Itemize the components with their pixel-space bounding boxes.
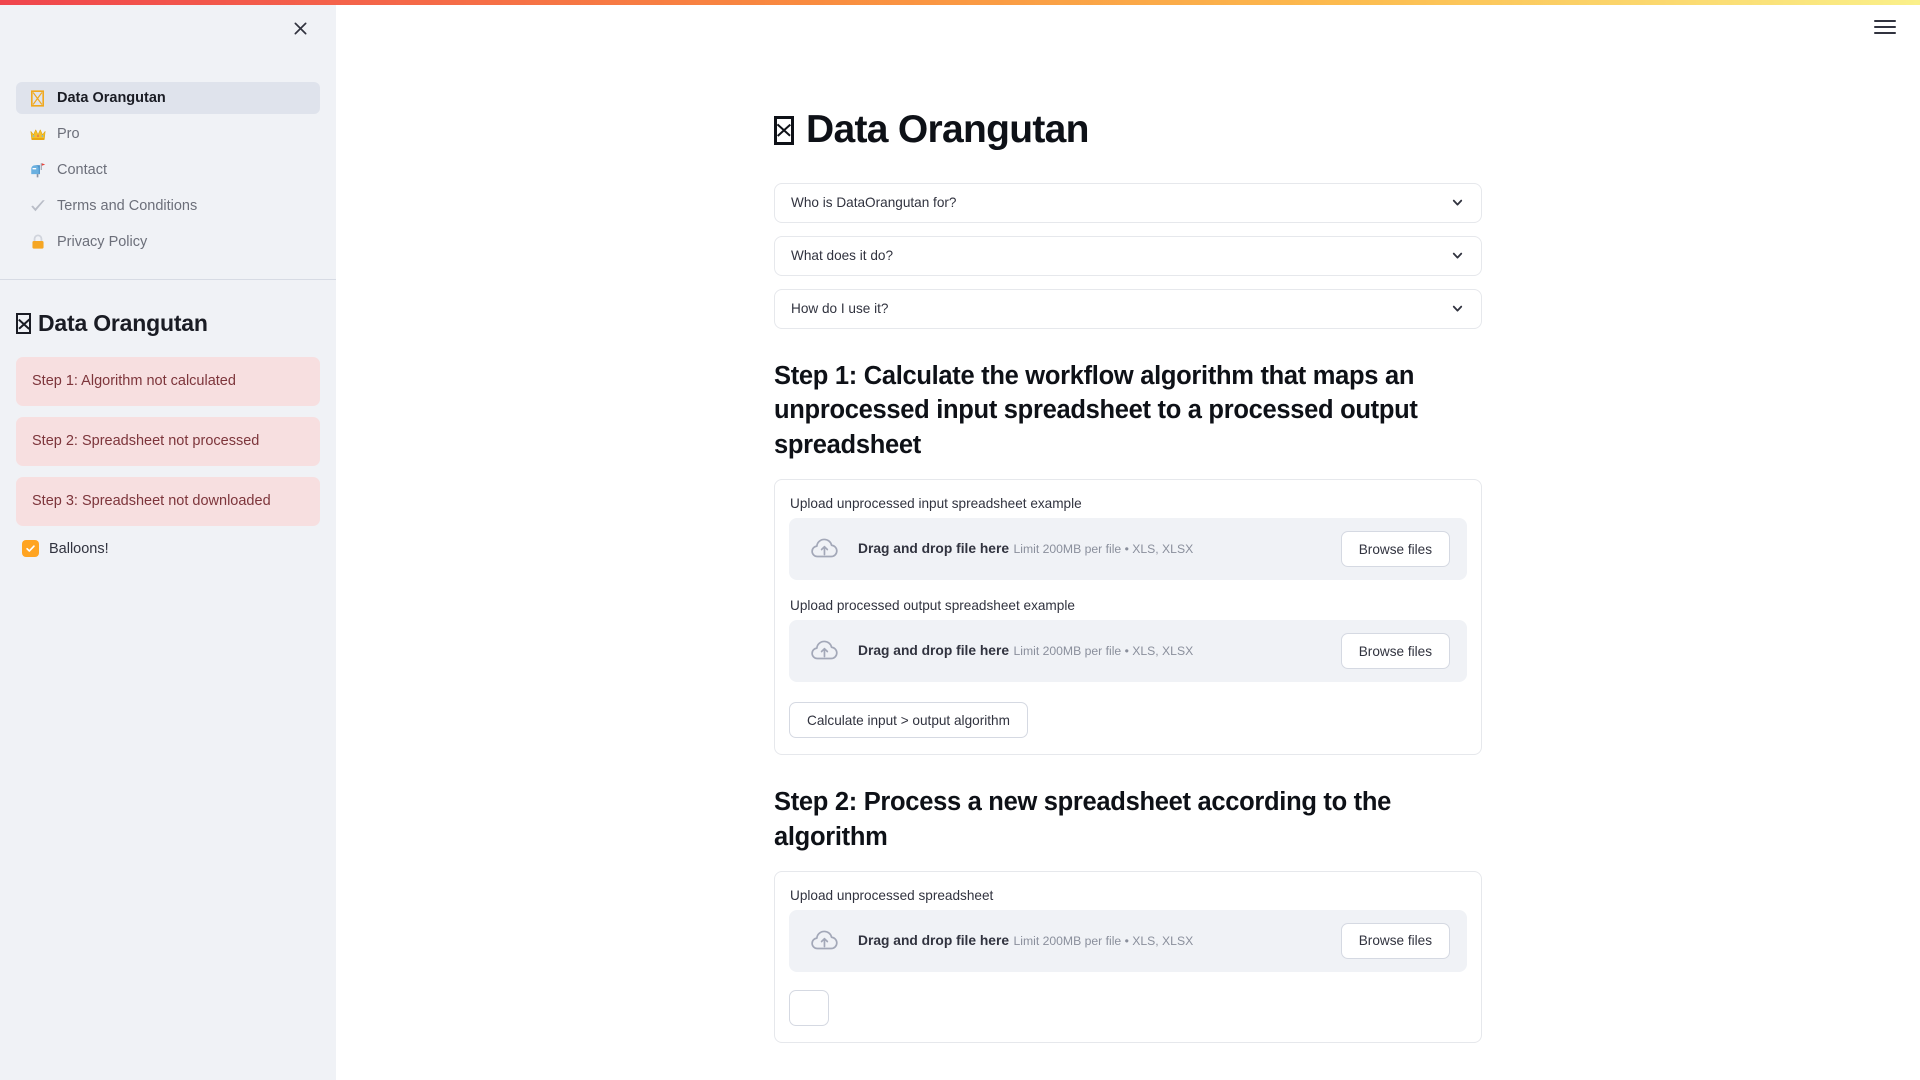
hamburger-bar (1874, 26, 1896, 28)
close-icon (293, 21, 308, 36)
checkbox-label: Balloons! (49, 541, 109, 557)
file-dropzone-output-example[interactable]: Drag and drop file here Limit 200MB per … (789, 620, 1467, 682)
uploader-label: Upload unprocessed spreadsheet (789, 888, 1467, 903)
cloud-upload-icon (808, 532, 842, 566)
sidebar-item-contact[interactable]: Contact (16, 154, 320, 186)
page-title-text: Data Orangutan (806, 108, 1089, 153)
process-spreadsheet-button[interactable] (789, 990, 829, 1026)
dropzone-text: Drag and drop file here Limit 200MB per … (858, 540, 1325, 559)
sidebar-item-label: Privacy Policy (57, 234, 147, 250)
expander-who-is-it-for[interactable]: Who is DataOrangutan for? (774, 183, 1482, 223)
sidebar-close-button[interactable] (286, 14, 314, 42)
main-content: Data Orangutan Who is DataOrangutan for?… (336, 0, 1920, 1080)
checkbox-box[interactable] (22, 540, 39, 557)
dropzone-limit-text: Limit 200MB per file • XLS, XLSX (1013, 644, 1193, 658)
step1-card: Upload unprocessed input spreadsheet exa… (774, 479, 1482, 755)
tofu-box-icon (774, 116, 794, 145)
dropzone-drag-text: Drag and drop file here (858, 643, 1009, 658)
expander-how-do-i-use-it[interactable]: How do I use it? (774, 289, 1482, 329)
dropzone-text: Drag and drop file here Limit 200MB per … (858, 932, 1325, 951)
browse-files-button[interactable]: Browse files (1341, 633, 1450, 669)
status-alert-step2: Step 2: Spreadsheet not processed (16, 417, 320, 466)
expander-label: What does it do? (791, 248, 893, 263)
status-alert-step1: Step 1: Algorithm not calculated (16, 357, 320, 406)
browse-files-button[interactable]: Browse files (1341, 923, 1450, 959)
sidebar-item-pro[interactable]: Pro (16, 118, 320, 150)
sidebar-item-label: Contact (57, 162, 107, 178)
step2-heading: Step 2: Process a new spreadsheet accord… (774, 785, 1482, 854)
uploader-label: Upload unprocessed input spreadsheet exa… (789, 496, 1467, 511)
check-icon (25, 543, 36, 554)
sidebar-item-label: Pro (57, 126, 80, 142)
expander-label: Who is DataOrangutan for? (791, 195, 956, 210)
lock-icon (28, 233, 47, 252)
dropzone-limit-text: Limit 200MB per file • XLS, XLSX (1013, 934, 1193, 948)
sidebar-item-label: Terms and Conditions (57, 198, 197, 214)
crown-icon (28, 125, 47, 144)
sidebar-status-alerts: Step 1: Algorithm not calculated Step 2:… (16, 357, 320, 526)
step2-card: Upload unprocessed spreadsheet Drag and … (774, 871, 1482, 1043)
app-root: Data Orangutan Pro (0, 0, 1920, 1080)
hamburger-menu-icon[interactable] (1872, 14, 1902, 40)
page-title: Data Orangutan (774, 108, 1482, 153)
hamburger-bar (1874, 20, 1896, 22)
sidebar-item-terms-and-conditions[interactable]: Terms and Conditions (16, 190, 320, 222)
dropzone-text: Drag and drop file here Limit 200MB per … (858, 642, 1325, 661)
expander-label: How do I use it? (791, 301, 888, 316)
browse-files-button[interactable]: Browse files (1341, 531, 1450, 567)
check-mark-icon (28, 197, 47, 216)
cloud-upload-icon (808, 634, 842, 668)
sidebar-heading-text: Data Orangutan (38, 310, 208, 337)
tofu-box-icon (16, 313, 31, 334)
step1-heading: Step 1: Calculate the workflow algorithm… (774, 359, 1482, 462)
chevron-down-icon (1450, 195, 1465, 210)
status-alert-step3: Step 3: Spreadsheet not downloaded (16, 477, 320, 526)
uploader-label: Upload processed output spreadsheet exam… (789, 598, 1467, 613)
top-gradient-bar (0, 0, 1920, 5)
mailbox-icon (28, 161, 47, 180)
cloud-upload-icon (808, 924, 842, 958)
sidebar: Data Orangutan Pro (0, 0, 336, 1080)
expander-what-does-it-do[interactable]: What does it do? (774, 236, 1482, 276)
tofu-box-icon (28, 89, 47, 108)
balloons-checkbox[interactable]: Balloons! (22, 540, 320, 557)
dropzone-drag-text: Drag and drop file here (858, 933, 1009, 948)
sidebar-heading: Data Orangutan (16, 310, 336, 337)
chevron-down-icon (1450, 248, 1465, 263)
sidebar-item-data-orangutan[interactable]: Data Orangutan (16, 82, 320, 114)
calculate-algorithm-button[interactable]: Calculate input > output algorithm (789, 702, 1028, 738)
sidebar-item-label: Data Orangutan (57, 90, 166, 106)
sidebar-item-privacy-policy[interactable]: Privacy Policy (16, 226, 320, 258)
hamburger-bar (1874, 32, 1896, 34)
chevron-down-icon (1450, 301, 1465, 316)
sidebar-divider (0, 279, 336, 280)
file-dropzone-input-example[interactable]: Drag and drop file here Limit 200MB per … (789, 518, 1467, 580)
dropzone-limit-text: Limit 200MB per file • XLS, XLSX (1013, 542, 1193, 556)
file-dropzone-new-spreadsheet[interactable]: Drag and drop file here Limit 200MB per … (789, 910, 1467, 972)
dropzone-drag-text: Drag and drop file here (858, 541, 1009, 556)
